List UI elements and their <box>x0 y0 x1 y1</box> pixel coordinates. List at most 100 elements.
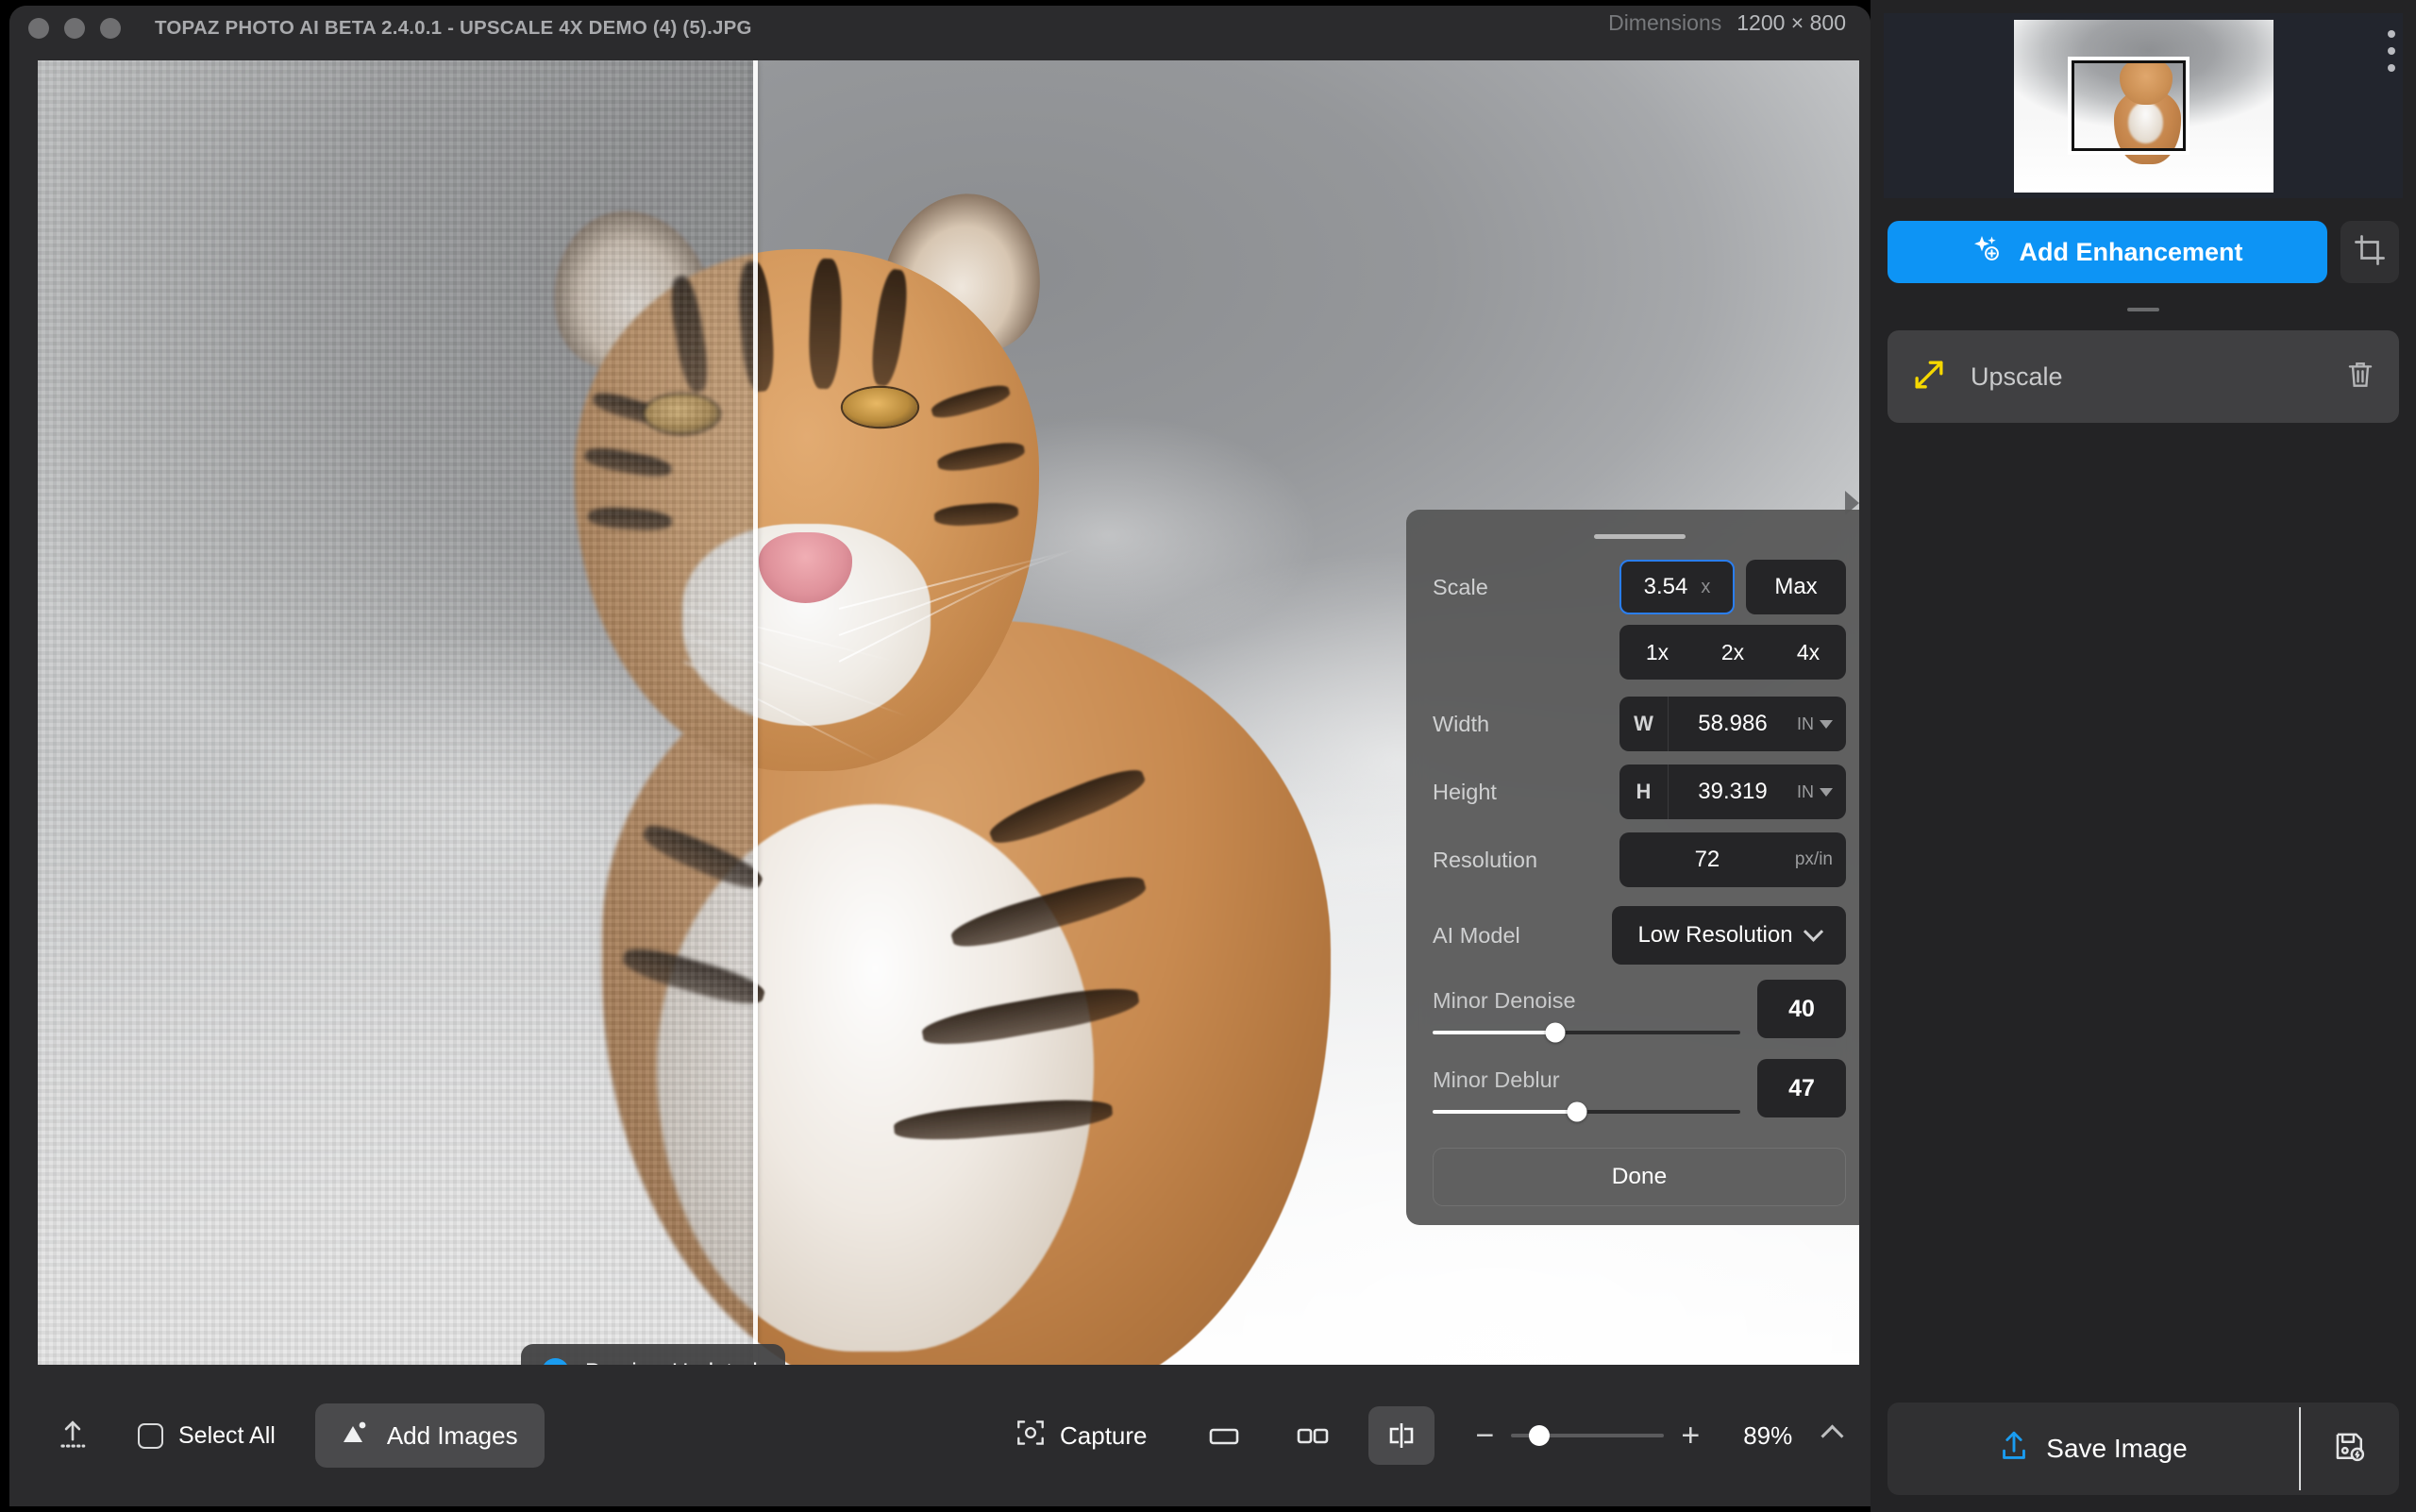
chevron-up-icon[interactable] <box>1821 1424 1844 1447</box>
view-mode-split-button[interactable] <box>1368 1406 1434 1465</box>
height-value: 39.319 <box>1669 779 1797 805</box>
add-images-button[interactable]: Add Images <box>315 1403 545 1468</box>
enhancement-item-upscale[interactable]: Upscale <box>1888 330 2399 423</box>
close-button[interactable] <box>28 18 49 39</box>
minor-denoise-label: Minor Denoise <box>1433 988 1740 1014</box>
zoom-slider[interactable] <box>1511 1434 1664 1437</box>
right-sidebar: Add Enhancement <box>1871 0 2416 1512</box>
minor-deblur-slider[interactable] <box>1433 1110 1740 1114</box>
resolution-input[interactable]: 72 px/in <box>1619 832 1846 887</box>
resolution-label: Resolution <box>1433 848 1619 873</box>
tiger-eye-right <box>843 388 917 427</box>
panel-drag-handle[interactable] <box>1594 534 1686 539</box>
more-options-icon[interactable] <box>2388 30 2395 72</box>
minor-deblur-value[interactable]: 47 <box>1757 1059 1846 1117</box>
navigator-thumbnail[interactable] <box>2014 20 2273 193</box>
view-mode-side-by-side-button[interactable] <box>1280 1406 1346 1465</box>
chevron-down-icon <box>1820 720 1833 729</box>
navigator-thumbnail-panel[interactable] <box>1884 13 2403 198</box>
save-image-button[interactable]: Save Image <box>1888 1403 2299 1495</box>
split-compare-handle[interactable] <box>753 60 758 1365</box>
view-mode-single-button[interactable] <box>1191 1406 1257 1465</box>
width-label: Width <box>1433 712 1619 737</box>
minimize-button[interactable] <box>64 18 85 39</box>
ai-model-label: AI Model <box>1433 923 1612 949</box>
bottom-center-group: Capture <box>996 1406 1840 1465</box>
resolution-row: Resolution 72 px/in <box>1433 832 1846 887</box>
save-disk-icon <box>2334 1431 2366 1468</box>
zoom-percentage: 89% <box>1732 1421 1804 1451</box>
save-as-button[interactable] <box>2301 1403 2399 1495</box>
scale-preset-2x[interactable]: 2x <box>1721 640 1744 665</box>
scale-preset-4x[interactable]: 4x <box>1797 640 1820 665</box>
app-root: TOPAZ PHOTO AI BETA 2.4.0.1 - UPSCALE 4X… <box>0 0 2416 1512</box>
minor-denoise-knob <box>1546 1023 1566 1043</box>
main-window: TOPAZ PHOTO AI BETA 2.4.0.1 - UPSCALE 4X… <box>9 6 1871 1506</box>
window-controls[interactable] <box>28 18 121 39</box>
sidebar-section-divider[interactable] <box>2127 308 2159 311</box>
ai-model-select[interactable]: Low Resolution <box>1612 906 1846 965</box>
scale-preset-1x[interactable]: 1x <box>1646 640 1669 665</box>
select-all-checkbox[interactable] <box>138 1423 163 1449</box>
scale-input[interactable]: 3.54 x <box>1619 560 1735 614</box>
sparkle-plus-icon <box>1971 235 2002 270</box>
minor-deblur-knob <box>1568 1102 1587 1122</box>
zoom-in-button[interactable]: + <box>1681 1420 1700 1452</box>
width-unit-select[interactable]: IN <box>1797 714 1846 734</box>
scale-presets-row: 1x 2x 4x <box>1433 625 1846 697</box>
image-canvas[interactable]: ✓ Preview Updated Scale 3.54 x Max 1x <box>38 60 1859 1365</box>
resolution-value: 72 <box>1619 847 1795 873</box>
chevron-down-icon <box>1820 788 1833 797</box>
scale-value: 3.54 <box>1644 574 1688 600</box>
zoom-out-button[interactable]: − <box>1476 1420 1495 1452</box>
export-upload-icon[interactable] <box>57 1419 89 1453</box>
enhancement-actions: Add Enhancement <box>1888 221 2399 283</box>
bottom-left-group: Select All Add Images <box>9 1403 545 1468</box>
minor-deblur-label: Minor Deblur <box>1433 1067 1740 1093</box>
scale-max-button[interactable]: Max <box>1746 560 1846 614</box>
height-tag: H <box>1619 764 1669 819</box>
add-enhancement-button[interactable]: Add Enhancement <box>1888 221 2327 283</box>
preview-updated-toast: ✓ Preview Updated <box>521 1344 785 1365</box>
height-input[interactable]: H 39.319 IN <box>1619 764 1846 819</box>
tiger-eye-left <box>645 395 719 433</box>
scale-label: Scale <box>1433 575 1619 600</box>
width-row: Width W 58.986 IN <box>1433 697 1846 751</box>
minor-denoise-slider[interactable] <box>1433 1031 1740 1034</box>
capture-label: Capture <box>1060 1421 1148 1451</box>
upscale-settings-panel: Scale 3.54 x Max 1x 2x 4x Width <box>1406 510 1859 1225</box>
zoom-control: − + <box>1476 1420 1701 1452</box>
select-all-label: Select All <box>178 1422 276 1450</box>
save-image-label: Save Image <box>2046 1434 2187 1464</box>
viewport-rect[interactable] <box>2072 60 2186 151</box>
height-unit-select[interactable]: IN <box>1797 782 1846 802</box>
minor-denoise-fill <box>1433 1031 1555 1034</box>
dimensions-readout: Dimensions 1200 × 800 <box>1608 0 1854 45</box>
dimensions-label: Dimensions <box>1608 10 1721 36</box>
toast-label: Preview Updated <box>585 1359 758 1366</box>
select-all-control[interactable]: Select All <box>138 1422 276 1450</box>
add-enhancement-label: Add Enhancement <box>2019 238 2242 267</box>
minor-denoise-row: Minor Denoise 40 <box>1433 980 1846 1044</box>
delete-icon[interactable] <box>2346 360 2374 395</box>
width-input[interactable]: W 58.986 IN <box>1619 697 1846 751</box>
height-unit-label: IN <box>1797 782 1814 802</box>
title-bar: TOPAZ PHOTO AI BETA 2.4.0.1 - UPSCALE 4X… <box>9 6 1871 51</box>
add-images-label: Add Images <box>387 1421 518 1451</box>
height-label: Height <box>1433 780 1619 805</box>
capture-button[interactable]: Capture <box>996 1406 1168 1465</box>
scale-preset-group: 1x 2x 4x <box>1619 625 1846 680</box>
upscale-icon <box>1912 358 1946 396</box>
bottom-toolbar: Select All Add Images <box>9 1365 1871 1506</box>
maximize-button[interactable] <box>100 18 121 39</box>
crop-button[interactable] <box>2340 221 2399 283</box>
image-icon <box>342 1420 370 1452</box>
scale-row: Scale 3.54 x Max <box>1433 560 1846 614</box>
done-button[interactable]: Done <box>1433 1148 1846 1206</box>
scale-unit: x <box>1701 577 1710 598</box>
minor-denoise-value[interactable]: 40 <box>1757 980 1846 1038</box>
upload-icon <box>1999 1430 2029 1469</box>
check-circle-icon: ✓ <box>542 1358 569 1365</box>
zoom-slider-knob <box>1529 1425 1550 1446</box>
dimensions-value: 1200 × 800 <box>1736 10 1846 36</box>
